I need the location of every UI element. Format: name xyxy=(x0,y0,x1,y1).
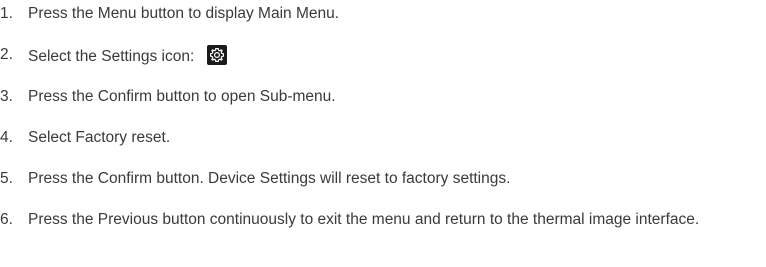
step-number: 3. xyxy=(0,88,13,105)
step-text: Select the Settings icon: xyxy=(28,48,195,65)
step-text: Press the Previous button continuously t… xyxy=(28,211,700,228)
step-text: Press the Menu button to display Main Me… xyxy=(28,5,340,22)
step-number: 1. xyxy=(0,5,13,22)
step-text: Select Factory reset. xyxy=(28,129,171,146)
step-number: 5. xyxy=(0,170,13,187)
step-number: 6. xyxy=(0,211,13,228)
step-text: Press the Confirm button to open Sub-men… xyxy=(28,88,336,105)
settings-gear-icon xyxy=(206,45,227,65)
instruction-list: 1. Press the Menu button to display Main… xyxy=(0,0,766,267)
step-number: 4. xyxy=(0,129,13,146)
step-text-with-icon: Select the Settings icon: xyxy=(28,45,763,67)
step-number: 2. xyxy=(0,46,13,63)
step-text: Press the Confirm button. Device Setting… xyxy=(28,170,511,187)
